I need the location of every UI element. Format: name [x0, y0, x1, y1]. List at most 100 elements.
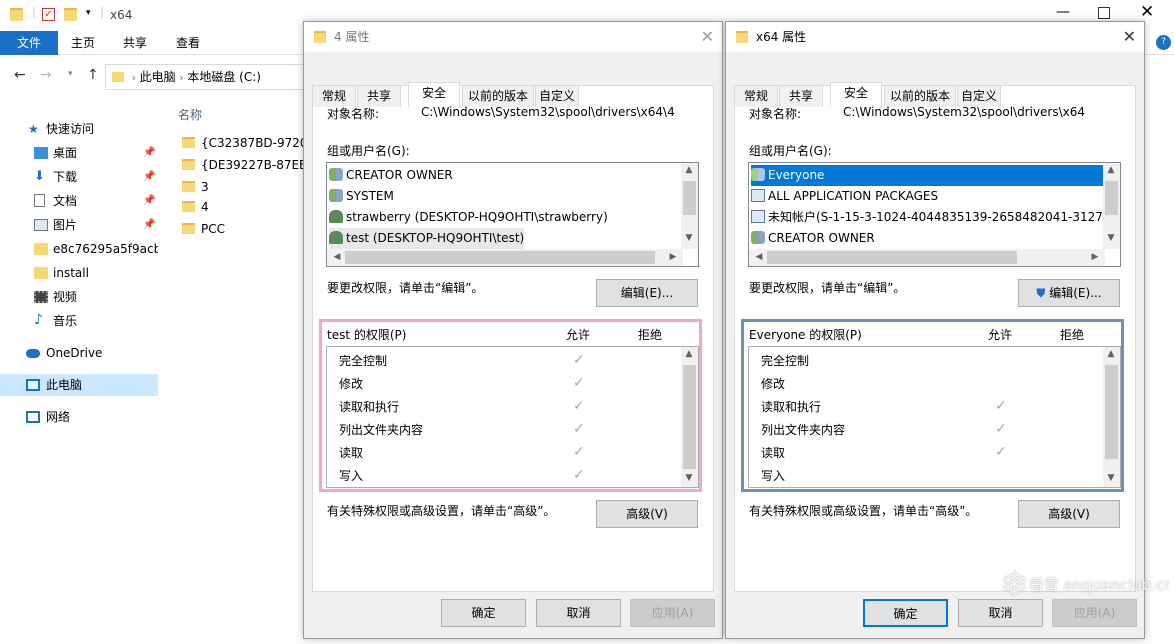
ok-button[interactable]: 确定 — [441, 599, 526, 627]
edit-button[interactable]: ⛊ 编辑(E)... — [1018, 279, 1120, 307]
up-arrow-icon[interactable]: ↑ — [87, 67, 99, 83]
scroll-up-icon[interactable]: ▲ — [1103, 165, 1119, 175]
ribbon-tab-share[interactable]: 共享 — [112, 31, 158, 55]
breadcrumb-this-pc[interactable]: 此电脑 — [140, 70, 176, 84]
maximize-icon[interactable] — [1098, 7, 1110, 19]
back-arrow-icon[interactable]: ← — [14, 67, 26, 83]
user-item[interactable]: SYSTEM — [329, 186, 394, 207]
address-bar[interactable]: › 此电脑 › 本地磁盘 (C:) — [105, 64, 305, 90]
recent-dropdown-icon[interactable]: ▾ — [68, 69, 73, 79]
allow-header: 允许 — [988, 328, 1013, 342]
scroll-left-icon[interactable]: ◀ — [751, 252, 767, 262]
scroll-thumb[interactable] — [767, 251, 1017, 264]
nav-onedrive[interactable]: OneDrive — [0, 342, 158, 364]
horizontal-scrollbar[interactable]: ◀ ▶ — [749, 249, 1105, 266]
scroll-thumb[interactable] — [1105, 181, 1118, 215]
nav-install[interactable]: install — [0, 262, 158, 284]
forward-arrow-icon[interactable]: → — [40, 67, 52, 83]
tab-security[interactable]: 安全 — [408, 82, 460, 107]
scroll-up-icon[interactable]: ▲ — [1103, 349, 1119, 359]
nav-downloads[interactable]: ⬇ 下载 📌 — [0, 166, 158, 188]
scroll-down-icon[interactable]: ▼ — [1103, 473, 1119, 483]
properties-icon[interactable]: ✓ — [42, 8, 55, 21]
user-item[interactable]: ALL APPLICATION PACKAGES — [751, 186, 938, 207]
scroll-thumb[interactable] — [345, 251, 655, 264]
nav-folder-e8c7[interactable]: e8c76295a5f9acb1 — [0, 238, 158, 260]
horizontal-scrollbar[interactable]: ◀ ▶ — [327, 249, 683, 266]
permissions-title: test 的权限(P) — [327, 328, 407, 342]
user-item[interactable]: strawberry (DESKTOP-HQ9OHTI\strawberry) — [329, 207, 608, 228]
scroll-down-icon[interactable]: ▼ — [681, 473, 697, 483]
file-name: 4 — [201, 200, 209, 214]
scroll-left-icon[interactable]: ◀ — [329, 252, 345, 262]
column-header-name[interactable]: 名称 — [178, 106, 202, 123]
scroll-down-icon[interactable]: ▼ — [1103, 233, 1119, 243]
scroll-up-icon[interactable]: ▲ — [681, 165, 697, 175]
tab-general[interactable]: 常规 — [312, 85, 356, 107]
vertical-scrollbar[interactable]: ▲ ▼ — [1103, 163, 1120, 249]
ribbon-tab-view[interactable]: 查看 — [165, 31, 211, 55]
file-item[interactable]: 3 — [182, 176, 209, 198]
user-list[interactable]: CREATOR OWNER SYSTEM strawberry (DESKTOP… — [326, 162, 699, 267]
ok-button[interactable]: 确定 — [863, 599, 948, 627]
nav-quick-access[interactable]: ★ 快速访问 — [0, 118, 158, 140]
permission-name: 写入 — [761, 469, 786, 483]
user-item[interactable]: 未知帐户(S-1-15-3-1024-4044835139-2658482041… — [751, 207, 1120, 228]
advanced-button[interactable]: 高级(V) — [1018, 500, 1120, 528]
apply-button[interactable]: 应用(A) — [630, 599, 715, 627]
tab-previous-versions[interactable]: 以前的版本 — [462, 85, 534, 107]
scroll-thumb[interactable] — [1105, 365, 1118, 459]
file-item[interactable]: PCC — [182, 218, 225, 240]
edit-button[interactable]: 编辑(E)... — [596, 279, 698, 307]
group-icon — [751, 168, 765, 181]
vertical-scrollbar[interactable]: ▲ ▼ — [1103, 347, 1120, 487]
permission-name: 读取和执行 — [339, 400, 400, 414]
nav-desktop[interactable]: 桌面 📌 — [0, 142, 158, 164]
nav-documents[interactable]: 文档 📌 — [0, 190, 158, 212]
nav-music[interactable]: ♪ 音乐 — [0, 310, 158, 332]
scroll-right-icon[interactable]: ▶ — [665, 252, 681, 262]
permissions-list[interactable]: 完全控制 修改 读取和执行 ✓ 列出文件夹内容 ✓ 读取 ✓ 写入 ▲ ▼ — [748, 346, 1121, 488]
advanced-button[interactable]: 高级(V) — [596, 500, 698, 528]
tab-customize[interactable]: 自定义 — [535, 85, 579, 107]
nav-pictures[interactable]: 图片 📌 — [0, 214, 158, 236]
user-item-selected[interactable]: test (DESKTOP-HQ9OHTI\test) — [329, 228, 525, 249]
scroll-down-icon[interactable]: ▼ — [681, 233, 697, 243]
nav-videos[interactable]: 视频 — [0, 286, 158, 308]
ribbon-tab-file[interactable]: 文件 — [0, 31, 58, 55]
file-item[interactable]: 4 — [182, 196, 209, 218]
window-close-icon[interactable]: ✕ — [1140, 2, 1154, 22]
close-icon[interactable]: ✕ — [701, 22, 714, 52]
tab-sharing[interactable]: 共享 — [357, 85, 401, 107]
file-item[interactable]: {C32387BD-9720-4 — [182, 132, 308, 154]
scroll-right-icon[interactable]: ▶ — [1087, 252, 1103, 262]
cancel-button[interactable]: 取消 — [536, 599, 621, 627]
scroll-thumb[interactable] — [683, 365, 696, 469]
scroll-thumb[interactable] — [683, 181, 696, 215]
tab-customize[interactable]: 自定义 — [957, 85, 1001, 107]
new-folder-icon[interactable] — [64, 8, 77, 21]
nav-network[interactable]: 网络 — [0, 406, 158, 428]
help-icon[interactable]: ? — [1156, 35, 1171, 50]
user-item-selected[interactable]: Everyone — [751, 165, 1103, 186]
nav-this-pc[interactable]: 此电脑 — [0, 374, 158, 396]
vertical-scrollbar[interactable]: ▲ ▼ — [681, 163, 698, 249]
user-item[interactable]: CREATOR OWNER — [751, 228, 875, 249]
close-icon[interactable]: ✕ — [1123, 22, 1136, 52]
ribbon-tab-home[interactable]: 主页 — [60, 31, 106, 55]
tab-previous-versions[interactable]: 以前的版本 — [884, 85, 956, 107]
customize-qat-icon[interactable]: ▾ — [86, 8, 91, 18]
file-item[interactable]: {DE39227B-87EB-4 — [182, 154, 308, 176]
tab-sharing[interactable]: 共享 — [779, 85, 823, 107]
vertical-scrollbar[interactable]: ▲ ▼ — [681, 347, 698, 487]
user-item[interactable]: CREATOR OWNER — [329, 165, 453, 186]
dialog-titlebar: x64 属性 ✕ — [726, 22, 1144, 52]
scroll-up-icon[interactable]: ▲ — [681, 349, 697, 359]
breadcrumb-local-disk[interactable]: 本地磁盘 (C:) — [187, 70, 261, 84]
tab-security[interactable]: 安全 — [830, 82, 882, 107]
user-list[interactable]: Everyone ALL APPLICATION PACKAGES 未知帐户(S… — [748, 162, 1121, 267]
permissions-list[interactable]: 完全控制 ✓ 修改 ✓ 读取和执行 ✓ 列出文件夹内容 ✓ 读取 ✓ 写入 ✓ … — [326, 346, 699, 488]
tab-general[interactable]: 常规 — [734, 85, 778, 107]
minimize-icon[interactable]: — — [1056, 4, 1070, 20]
advanced-hint: 有关特殊权限或高级设置，请单击“高级”。 — [749, 504, 978, 518]
